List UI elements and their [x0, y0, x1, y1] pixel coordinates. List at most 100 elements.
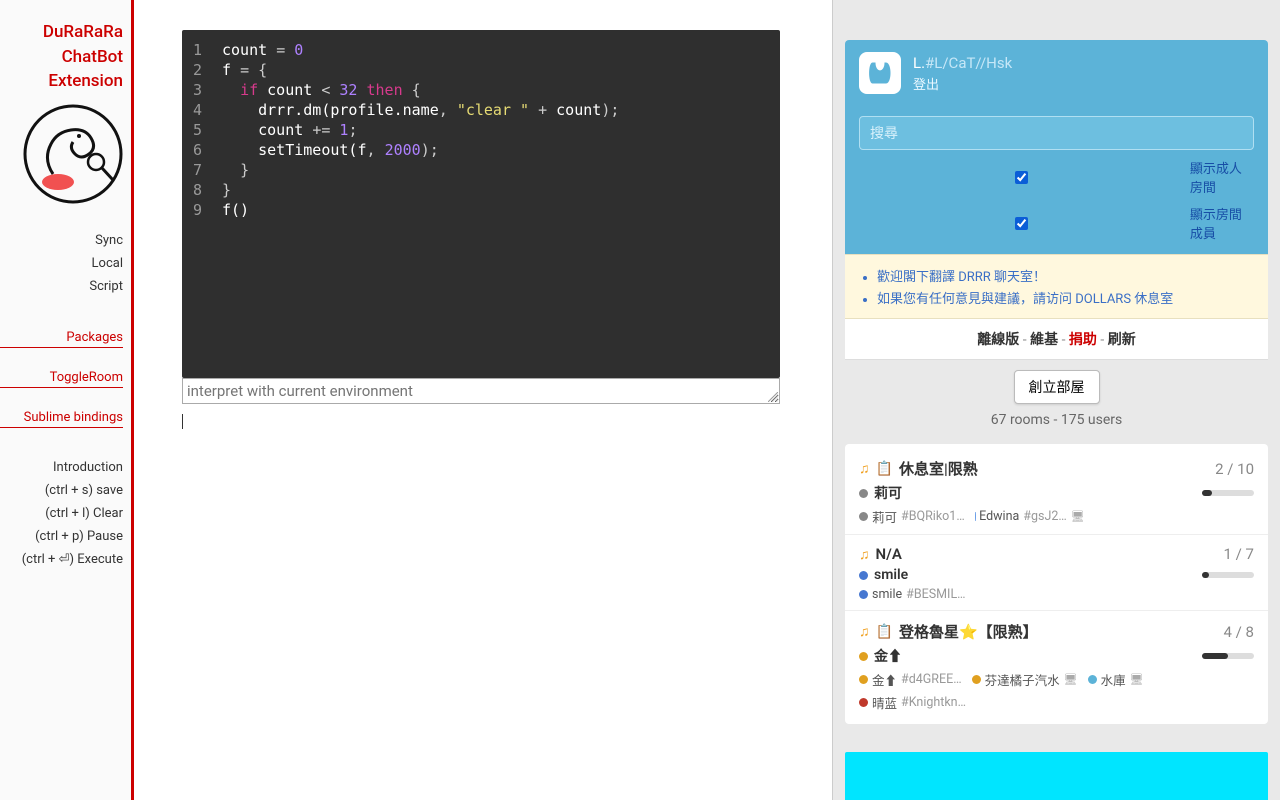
code-editor[interactable]: 1count = 02f = {3 if count < 32 then {4 …: [182, 30, 780, 378]
code-line[interactable]: 2f = {: [182, 60, 780, 80]
code-line[interactable]: 9f(): [182, 200, 780, 220]
room-head: ♫📋休息室|限熟2 / 10: [859, 458, 1254, 479]
logout-link[interactable]: 登出: [913, 74, 1012, 93]
section-packages[interactable]: Packages: [0, 326, 123, 348]
code-line[interactable]: 4 drrr.dm(profile.name, "clear " + count…: [182, 100, 780, 120]
create-room-button[interactable]: 創立部屋: [1014, 370, 1100, 404]
nav-local[interactable]: Local: [0, 252, 123, 275]
room-item[interactable]: ♫N/A1 / 7 smile smile#BESMIL…: [845, 535, 1268, 611]
profile-bar: L.#L/CaT//Hsk 登出: [845, 40, 1268, 106]
nav-script[interactable]: Script: [0, 275, 123, 298]
music-icon: ♫: [859, 623, 870, 640]
member-tag: #BESMIL…: [906, 587, 965, 602]
section-toggleroom[interactable]: ToggleRoom: [0, 366, 123, 388]
filter-members[interactable]: 顯示房間成員: [859, 204, 1254, 242]
title-line: DuRaRaRa: [0, 20, 123, 45]
code-line[interactable]: 6 setTimeout(f, 2000);: [182, 140, 780, 160]
sidebar: DuRaRaRa ChatBot Extension Sync Local Sc…: [0, 0, 134, 800]
code-text[interactable]: }: [212, 160, 249, 180]
code-text[interactable]: setTimeout(f, 2000);: [212, 140, 439, 160]
line-number: 7: [182, 160, 212, 180]
room-member[interactable]: 金⬆ #d4GREE…: [859, 670, 962, 689]
profile-text: L.#L/CaT//Hsk 登出: [913, 54, 1012, 93]
room-member[interactable]: 莉可#BQRiko1…: [859, 507, 965, 526]
code-text[interactable]: count = 0: [212, 40, 303, 60]
desktop-icon: 🖥: [1071, 510, 1085, 523]
room-count: 2 / 10: [1215, 460, 1254, 478]
filter-members-checkbox[interactable]: [859, 217, 1184, 230]
interpret-box[interactable]: [182, 378, 780, 404]
room-member[interactable]: 水庫🖥: [1088, 670, 1144, 689]
code-text[interactable]: f(): [212, 200, 249, 220]
hint-execute: (ctrl + ⏎) Execute: [0, 548, 123, 571]
member-dot-icon: [972, 675, 981, 684]
code-text[interactable]: }: [212, 180, 231, 200]
avatar[interactable]: [859, 52, 901, 94]
code-text[interactable]: if count < 32 then {: [212, 80, 421, 100]
title-line: ChatBot: [0, 45, 123, 70]
room-item[interactable]: ♫📋休息室|限熟2 / 10莉可莉可#BQRiko1…Edwina#gsJ2…🖥: [845, 448, 1268, 535]
notice-line-2[interactable]: 如果您有任何意見與建議，請访问 DOLLARS 休息室: [877, 288, 1254, 307]
link-refresh[interactable]: 刷新: [1108, 332, 1136, 348]
sep: -: [1100, 332, 1107, 348]
clipboard-icon: 📋: [876, 624, 893, 640]
link-offline[interactable]: 離線版: [977, 332, 1019, 348]
code-line[interactable]: 8}: [182, 180, 780, 200]
filter-adult[interactable]: 顯示成人房間: [859, 158, 1254, 196]
code-line[interactable]: 7 }: [182, 160, 780, 180]
chat-panel[interactable]: L.#L/CaT//Hsk 登出 顯示成人房間 顯示房間成員 歡迎閣下翻譯 DR…: [832, 0, 1280, 800]
room-member[interactable]: Edwina#gsJ2…🖥: [975, 507, 1085, 526]
member-tag: #gsJ2…: [1023, 509, 1066, 524]
room-title-text: N/A: [876, 545, 902, 563]
link-wiki[interactable]: 維基: [1030, 332, 1058, 348]
member-name: 金⬆: [872, 670, 897, 689]
room-members: 金⬆ #d4GREE… 芬達橘子汽水🖥 水庫🖥 晴蓝#Knightkn…: [859, 670, 1254, 712]
line-number: 1: [182, 40, 212, 60]
footer-banner[interactable]: [845, 752, 1268, 800]
host-dot-icon: [859, 652, 868, 661]
code-text[interactable]: drrr.dm(profile.name, "clear " + count);: [212, 100, 619, 120]
room-head: ♫📋登格魯星⭐【限熟】4 / 8: [859, 621, 1254, 642]
code-line[interactable]: 5 count += 1;: [182, 120, 780, 140]
host-name: 金⬆: [874, 646, 902, 666]
room-member[interactable]: 芬達橘子汽水🖥: [972, 670, 1078, 689]
interpret-input[interactable]: [183, 379, 779, 403]
room-progress: [1202, 653, 1254, 659]
host-dot-icon: [859, 489, 868, 498]
code-text[interactable]: f = {: [212, 60, 267, 80]
clipboard-icon: 📋: [876, 461, 893, 477]
nav-sync[interactable]: Sync: [0, 229, 123, 252]
link-donate[interactable]: 捐助: [1069, 332, 1097, 348]
filter-adult-checkbox[interactable]: [859, 171, 1184, 184]
line-number: 8: [182, 180, 212, 200]
profile-name: L.#L/CaT//Hsk: [913, 54, 1012, 72]
hint-intro[interactable]: Introduction: [0, 456, 123, 479]
member-name: 莉可: [872, 507, 897, 526]
room-progress: [1202, 490, 1254, 496]
sep: -: [1062, 332, 1069, 348]
member-tag: #d4GREE…: [901, 672, 962, 687]
room-progress-inner: [1202, 490, 1212, 496]
hint-pause: (ctrl + p) Pause: [0, 525, 123, 548]
host-dot-icon: [859, 571, 868, 580]
app-logo: [23, 104, 123, 204]
room-head: ♫N/A1 / 7: [859, 545, 1254, 563]
room-list: ♫📋休息室|限熟2 / 10莉可莉可#BQRiko1…Edwina#gsJ2…🖥…: [845, 444, 1268, 724]
room-member[interactable]: 晴蓝#Knightkn…: [859, 693, 966, 712]
notice-line-1[interactable]: 歡迎閣下翻譯 DRRR 聊天室！: [877, 266, 1254, 285]
code-line[interactable]: 1count = 0: [182, 40, 780, 60]
status-line: [182, 414, 792, 434]
section-sublime-bindings[interactable]: Sublime bindings: [0, 406, 123, 428]
hint-list: Introduction (ctrl + s) save (ctrl + l) …: [0, 456, 123, 571]
member-dot-icon: [859, 675, 868, 684]
code-line[interactable]: 3 if count < 32 then {: [182, 80, 780, 100]
resize-handle-icon[interactable]: [768, 392, 778, 402]
member-name: 芬達橘子汽水: [985, 670, 1060, 689]
line-number: 5: [182, 120, 212, 140]
code-text[interactable]: count += 1;: [212, 120, 357, 140]
notice: 歡迎閣下翻譯 DRRR 聊天室！ 如果您有任何意見與建議，請访问 DOLLARS…: [845, 254, 1268, 319]
room-host: smile: [859, 567, 1254, 583]
room-member[interactable]: smile#BESMIL…: [859, 587, 966, 602]
search-input[interactable]: [859, 116, 1254, 150]
room-item[interactable]: ♫📋登格魯星⭐【限熟】4 / 8金⬆金⬆#d4GREE…芬達橘子汽水🖥水庫🖥晴蓝…: [845, 611, 1268, 720]
